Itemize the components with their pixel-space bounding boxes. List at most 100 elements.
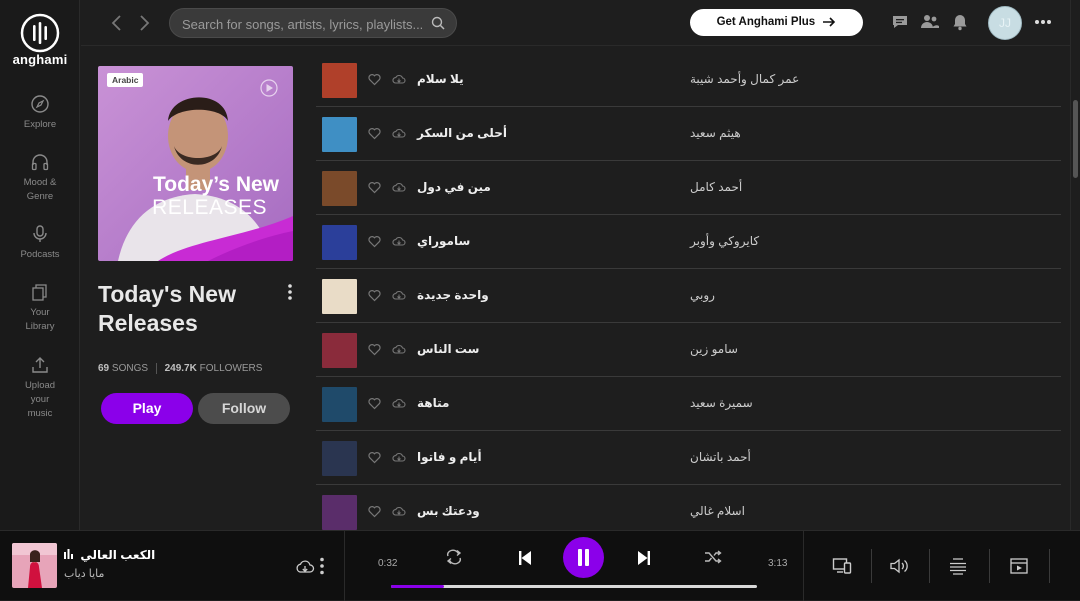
search-input[interactable] <box>182 15 422 33</box>
track-title[interactable]: أيام و فاتوا <box>417 450 482 464</box>
track-title[interactable]: واحدة جديدة <box>417 288 489 302</box>
follow-button[interactable]: Follow <box>198 393 290 424</box>
track-title[interactable]: أحلى من السكر <box>417 126 507 140</box>
now-playing-cover[interactable] <box>12 543 57 588</box>
repeat-icon[interactable] <box>444 547 464 567</box>
scrollbar-thumb[interactable] <box>1073 100 1078 178</box>
heart-icon[interactable] <box>368 397 381 410</box>
track-cover[interactable] <box>322 279 357 314</box>
track-row[interactable]: أحلى من السكر هيثم سعيد <box>316 107 1061 161</box>
track-row[interactable]: أيام و فاتوا أحمد باتشان <box>316 431 1061 485</box>
track-title[interactable]: يلا سلام <box>417 72 464 86</box>
microphone-icon <box>33 225 47 242</box>
miniplayer-icon[interactable] <box>1009 556 1029 576</box>
search-icon[interactable] <box>431 16 445 30</box>
sidebar-item-explore[interactable]: Explore <box>0 94 80 132</box>
next-icon[interactable] <box>634 548 654 568</box>
track-row[interactable]: مين في دول أحمد كامل <box>316 161 1061 215</box>
heart-icon[interactable] <box>368 127 381 140</box>
track-artist[interactable]: سامو زين <box>690 342 738 356</box>
scrollbar[interactable] <box>1070 0 1080 530</box>
track-cover[interactable] <box>322 171 357 206</box>
download-icon[interactable] <box>392 505 406 518</box>
track-artist[interactable]: أحمد كامل <box>690 180 742 194</box>
devices-icon[interactable] <box>832 556 852 576</box>
track-title[interactable]: ست الناس <box>417 342 479 356</box>
track-artist[interactable]: هيثم سعيد <box>690 126 741 140</box>
heart-icon[interactable] <box>368 505 381 518</box>
download-icon[interactable] <box>392 451 406 464</box>
queue-icon[interactable] <box>948 556 968 576</box>
search-bar[interactable] <box>169 8 457 38</box>
volume-icon[interactable] <box>889 556 909 576</box>
track-cover[interactable] <box>322 387 357 422</box>
sidebar-item-upload[interactable]: Upload your music <box>0 355 80 421</box>
track-artist[interactable]: عمر كمال وأحمد شيبة <box>690 72 799 86</box>
track-row[interactable]: يلا سلام عمر كمال وأحمد شيبة <box>316 53 1061 107</box>
track-artist[interactable]: سميرة سعيد <box>690 396 753 410</box>
control-separator <box>871 549 872 583</box>
sidebar-item-mood-genre[interactable]: Mood & Genre <box>0 152 80 204</box>
track-cover[interactable] <box>322 63 357 98</box>
language-badge: Arabic <box>107 73 144 87</box>
download-icon[interactable] <box>392 289 406 302</box>
progress-bar[interactable] <box>391 585 757 588</box>
download-icon[interactable] <box>392 73 406 86</box>
track-artist[interactable]: روبي <box>690 288 715 302</box>
more-options-icon[interactable] <box>1033 12 1053 32</box>
kebab-menu-icon[interactable] <box>312 556 332 576</box>
get-plus-button[interactable]: Get Anghami Plus <box>690 9 863 36</box>
track-row[interactable]: ساموراي كايروكي وأوبر <box>316 215 1061 269</box>
logo-text: anghami <box>12 52 68 67</box>
heart-icon[interactable] <box>368 235 381 248</box>
track-cover[interactable] <box>322 117 357 152</box>
track-cover[interactable] <box>322 225 357 260</box>
back-arrow-icon[interactable] <box>107 12 127 34</box>
track-artist[interactable]: اسلام غالي <box>690 504 745 518</box>
heart-icon[interactable] <box>368 289 381 302</box>
track-row[interactable]: ست الناس سامو زين <box>316 323 1061 377</box>
heart-icon[interactable] <box>368 73 381 86</box>
download-icon[interactable] <box>392 127 406 140</box>
sidebar-item-label: Explore <box>23 119 57 130</box>
download-icon[interactable] <box>392 181 406 194</box>
track-title[interactable]: ساموراي <box>417 234 470 248</box>
friends-icon[interactable] <box>920 12 940 32</box>
track-title[interactable]: متاهة <box>417 396 449 410</box>
bell-icon[interactable] <box>950 12 970 32</box>
now-playing-artist[interactable]: مايا دياب <box>64 567 104 580</box>
track-row[interactable]: واحدة جديدة روبي <box>316 269 1061 323</box>
songs-count: 69 <box>98 363 110 375</box>
track-cover[interactable] <box>322 495 357 530</box>
shuffle-icon[interactable] <box>703 547 723 567</box>
track-cover[interactable] <box>322 441 357 476</box>
track-artist[interactable]: أحمد باتشان <box>690 450 751 464</box>
track-title[interactable]: مين في دول <box>417 180 491 194</box>
sidebar-item-label: Upload your music <box>24 380 56 419</box>
sidebar-item-library[interactable]: Your Library <box>0 282 80 334</box>
previous-icon[interactable] <box>515 548 535 568</box>
playlist-cover[interactable]: Arabic Today’s New RELEASES <box>98 66 293 261</box>
heart-icon[interactable] <box>368 451 381 464</box>
track-cover[interactable] <box>322 333 357 368</box>
sidebar-item-podcasts[interactable]: Podcasts <box>0 224 80 262</box>
now-playing-title[interactable]: الكعب العالي <box>64 548 155 562</box>
download-icon[interactable] <box>392 397 406 410</box>
pause-button[interactable] <box>563 537 604 578</box>
chat-icon[interactable] <box>890 12 910 32</box>
track-title[interactable]: ودعتك بس <box>417 504 480 518</box>
play-button[interactable]: Play <box>101 393 193 424</box>
track-artist[interactable]: كايروكي وأوبر <box>690 234 759 248</box>
anghami-logo-icon[interactable] <box>20 13 60 53</box>
heart-icon[interactable] <box>368 343 381 356</box>
download-icon[interactable] <box>392 235 406 248</box>
kebab-menu-icon[interactable] <box>284 283 296 301</box>
track-row[interactable]: متاهة سميرة سعيد <box>316 377 1061 431</box>
pause-icon <box>578 549 589 566</box>
control-separator <box>989 549 990 583</box>
headphones-icon <box>31 154 49 171</box>
download-icon[interactable] <box>392 343 406 356</box>
avatar[interactable]: JJ <box>988 6 1022 40</box>
forward-arrow-icon[interactable] <box>134 12 154 34</box>
heart-icon[interactable] <box>368 181 381 194</box>
